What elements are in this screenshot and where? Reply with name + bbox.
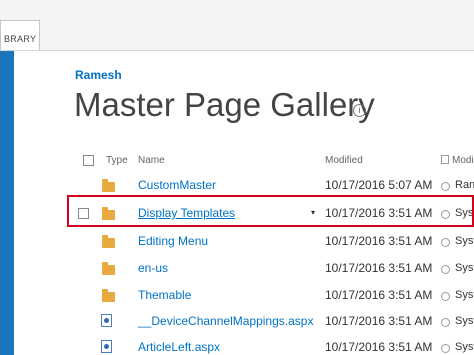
item-modified: 10/17/2016 5:07 AM — [325, 178, 433, 192]
item-modified-by: Syst — [455, 341, 474, 353]
item-modified-by: Syst — [455, 315, 474, 327]
status-icon — [441, 318, 450, 327]
item-name-link[interactable]: Editing Menu — [138, 234, 208, 248]
item-modified: 10/17/2016 3:51 AM — [325, 288, 433, 302]
item-name-link[interactable]: en-us — [138, 261, 168, 275]
column-header-modified-by[interactable]: Modi — [452, 155, 474, 166]
aspx-file-icon — [101, 314, 112, 327]
item-name-link[interactable]: Themable — [138, 288, 191, 302]
item-name-link[interactable]: ArticleLeft.aspx — [138, 340, 220, 354]
ribbon: BRARY — [0, 0, 474, 51]
status-icon — [441, 344, 450, 353]
item-modified: 10/17/2016 3:51 AM — [325, 314, 433, 328]
selection-highlight — [67, 195, 474, 227]
folder-icon — [102, 179, 115, 192]
item-modified-by: Syst — [455, 262, 474, 274]
item-modified: 10/17/2016 3:51 AM — [325, 261, 433, 275]
folder-icon — [102, 235, 115, 248]
item-modified-by: Ran — [455, 179, 474, 191]
item-modified: 10/17/2016 3:51 AM — [325, 340, 433, 354]
folder-icon — [102, 289, 115, 302]
status-icon — [441, 292, 450, 301]
status-icon — [441, 182, 450, 191]
site-name-link[interactable]: Ramesh — [75, 68, 122, 82]
status-icon — [441, 265, 450, 274]
item-name-link[interactable]: __DeviceChannelMappings.aspx — [138, 314, 313, 328]
item-modified-by: Syst — [455, 235, 474, 247]
folder-icon — [102, 262, 115, 275]
item-modified-by: Syst — [455, 289, 474, 301]
aspx-file-icon — [101, 340, 112, 353]
modified-by-icon — [441, 155, 449, 164]
ribbon-tab-library[interactable]: BRARY — [0, 20, 40, 50]
item-name-link[interactable]: CustomMaster — [138, 178, 216, 192]
column-header-type[interactable]: Type — [106, 155, 128, 166]
info-icon[interactable]: i — [353, 104, 366, 117]
column-header-name[interactable]: Name — [138, 155, 165, 166]
status-icon — [441, 238, 450, 247]
item-modified: 10/17/2016 3:51 AM — [325, 234, 433, 248]
select-all-checkbox[interactable] — [83, 155, 94, 166]
left-accent-strip — [0, 51, 14, 355]
page-title: Master Page Gallery — [74, 86, 375, 123]
column-header-modified[interactable]: Modified — [325, 155, 363, 166]
